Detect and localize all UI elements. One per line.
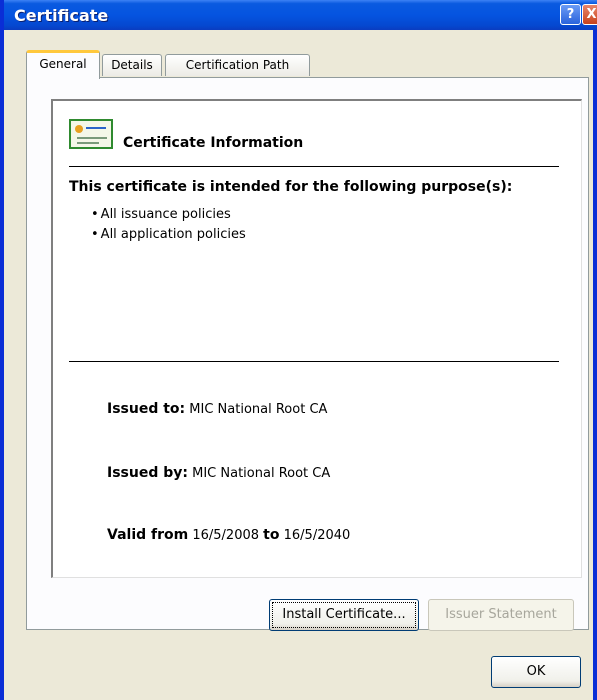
valid-from-label: Valid from bbox=[107, 527, 189, 543]
certificate-icon bbox=[69, 119, 113, 149]
certificate-line bbox=[77, 137, 107, 139]
validity-row: Valid from 16/5/2008 to 16/5/2040 bbox=[107, 527, 350, 543]
window-title: Certificate bbox=[14, 6, 109, 25]
certificate-info-box: Certificate Information This certificate… bbox=[51, 99, 582, 578]
title-bar[interactable]: Certificate ? X bbox=[4, 0, 597, 30]
issuer-statement-button[interactable]: Issuer Statement bbox=[428, 599, 574, 631]
tab-details[interactable]: Details bbox=[102, 54, 162, 76]
issued-by-value: MIC National Root CA bbox=[192, 466, 331, 481]
valid-to-value: 16/5/2040 bbox=[283, 528, 351, 543]
issued-to-row: Issued to: MIC National Root CA bbox=[107, 401, 327, 417]
install-certificate-button[interactable]: Install Certificate... bbox=[269, 599, 419, 631]
tab-strip: General Details Certification Path bbox=[4, 50, 597, 79]
tab-general[interactable]: General bbox=[26, 50, 100, 79]
purpose-item: All issuance policies bbox=[91, 205, 246, 225]
help-icon[interactable]: ? bbox=[560, 4, 581, 25]
issued-by-label: Issued by: bbox=[107, 465, 188, 481]
ok-button[interactable]: OK bbox=[491, 656, 581, 688]
close-icon[interactable]: X bbox=[582, 4, 597, 25]
purpose-item: All application policies bbox=[91, 225, 246, 245]
valid-from-value: 16/5/2008 bbox=[192, 528, 260, 543]
purpose-list: All issuance policies All application po… bbox=[91, 205, 246, 245]
certificate-dialog: Certificate ? X General Details Certific… bbox=[0, 0, 597, 700]
general-tab-panel: Certificate Information This certificate… bbox=[26, 77, 589, 630]
issued-by-row: Issued by: MIC National Root CA bbox=[107, 465, 330, 481]
tab-certification-path[interactable]: Certification Path bbox=[165, 54, 310, 76]
certificate-line bbox=[86, 127, 106, 129]
issued-to-value: MIC National Root CA bbox=[189, 402, 328, 417]
valid-to-label: to bbox=[263, 527, 280, 543]
divider bbox=[69, 361, 559, 362]
purpose-title: This certificate is intended for the fol… bbox=[69, 179, 513, 195]
divider bbox=[69, 166, 559, 167]
certificate-seal bbox=[75, 125, 83, 133]
certificate-info-heading: Certificate Information bbox=[123, 135, 304, 151]
issued-to-label: Issued to: bbox=[107, 401, 186, 417]
certificate-line bbox=[77, 142, 99, 144]
